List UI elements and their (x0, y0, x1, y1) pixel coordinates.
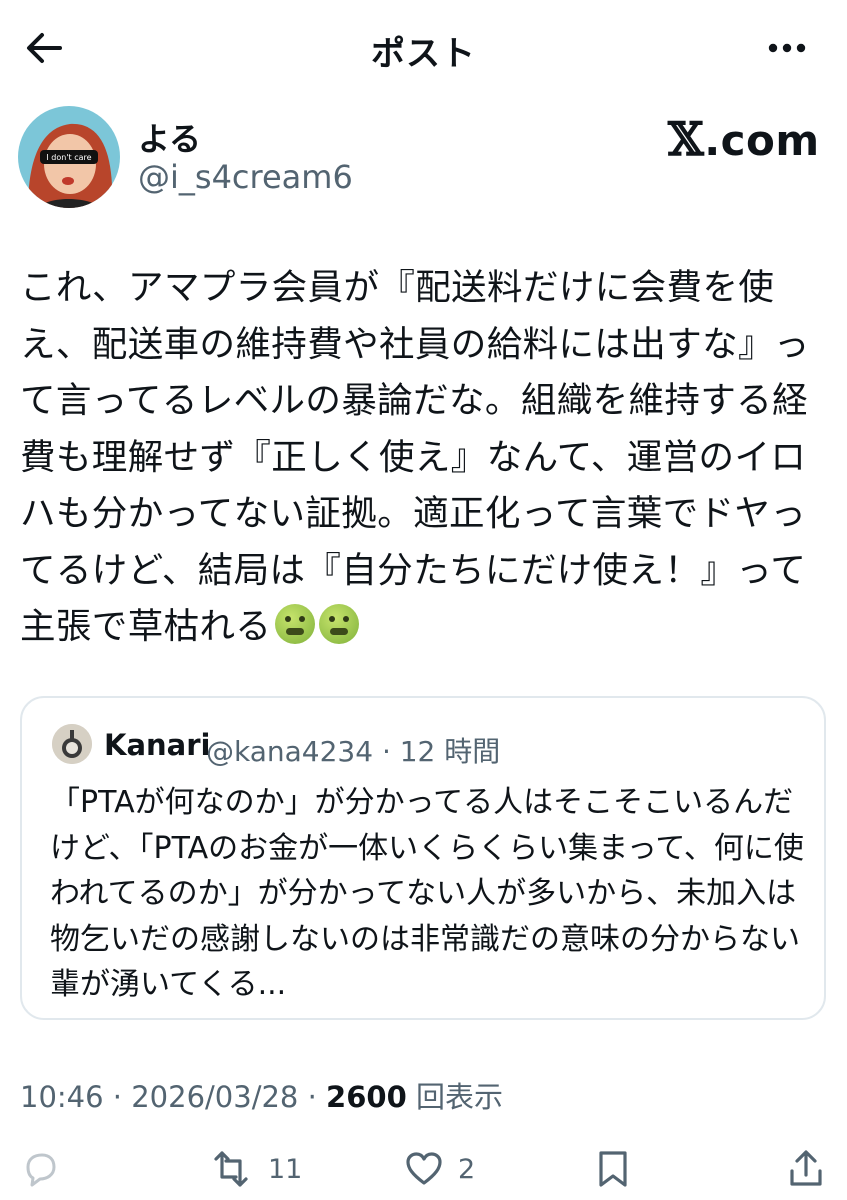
view-label: 回表示 (406, 1080, 503, 1114)
retweet-button[interactable]: 11 (208, 1146, 302, 1192)
action-bar: 11 2 (0, 1140, 847, 1200)
brand-text: .com (704, 116, 820, 165)
page-title: ポスト (371, 34, 476, 74)
quote-avatar (52, 724, 92, 764)
nauseated-face-icon (319, 604, 360, 644)
like-button[interactable]: 2 (404, 1146, 475, 1192)
quoted-tweet[interactable]: Kanari @kana4234 · 12 時間 「PTAが何なのか」が分かって… (20, 696, 826, 1020)
tweet-text: これ、アマプラ会員が『配送料だけに会費を使え、配送車の維持費や社員の給料には出す… (20, 260, 820, 656)
bookmark-button[interactable] (596, 1146, 630, 1192)
heart-icon (406, 1152, 442, 1185)
retweet-icon (214, 1151, 248, 1187)
tweet-text-content: これ、アマプラ会員が『配送料だけに会費を使え、配送車の維持費や社員の給料には出す… (20, 267, 810, 647)
author-handle[interactable]: @i_s4cream6 (138, 158, 353, 196)
nauseated-face-icon (275, 604, 316, 644)
like-count: 2 (458, 1153, 476, 1185)
reply-icon (26, 1153, 56, 1187)
share-button[interactable] (786, 1146, 826, 1192)
bookmark-icon (599, 1151, 627, 1187)
post-metadata: 10:46 · 2026/03/28 · 2600 回表示 (20, 1074, 503, 1116)
avatar-image: I don't care (18, 106, 120, 208)
more-options-icon[interactable] (765, 30, 809, 66)
x-logo-icon: 𝕏 (668, 112, 705, 166)
reply-button[interactable] (20, 1146, 60, 1192)
post-time: 10:46 · 2026/03/28 · (20, 1080, 327, 1114)
share-icon (790, 1150, 822, 1186)
avatar-glasses-text: I don't care (46, 153, 91, 162)
top-bar: ポスト (0, 0, 847, 96)
quote-text: 「PTAが何なのか」が分かってる人はそこそこいるんだけど、「PTAのお金が一体い… (50, 785, 804, 1002)
quote-author-meta: @kana4234 · 12 時間 (206, 735, 501, 768)
view-count: 2600 (326, 1080, 407, 1114)
author-display-name[interactable]: よる (138, 114, 201, 160)
retweet-count: 11 (268, 1153, 303, 1185)
quote-author-name: Kanari (104, 728, 211, 762)
brand-watermark: 𝕏.com (668, 112, 820, 166)
author-avatar[interactable]: I don't care (18, 106, 120, 208)
quote-avatar-image (52, 724, 92, 764)
